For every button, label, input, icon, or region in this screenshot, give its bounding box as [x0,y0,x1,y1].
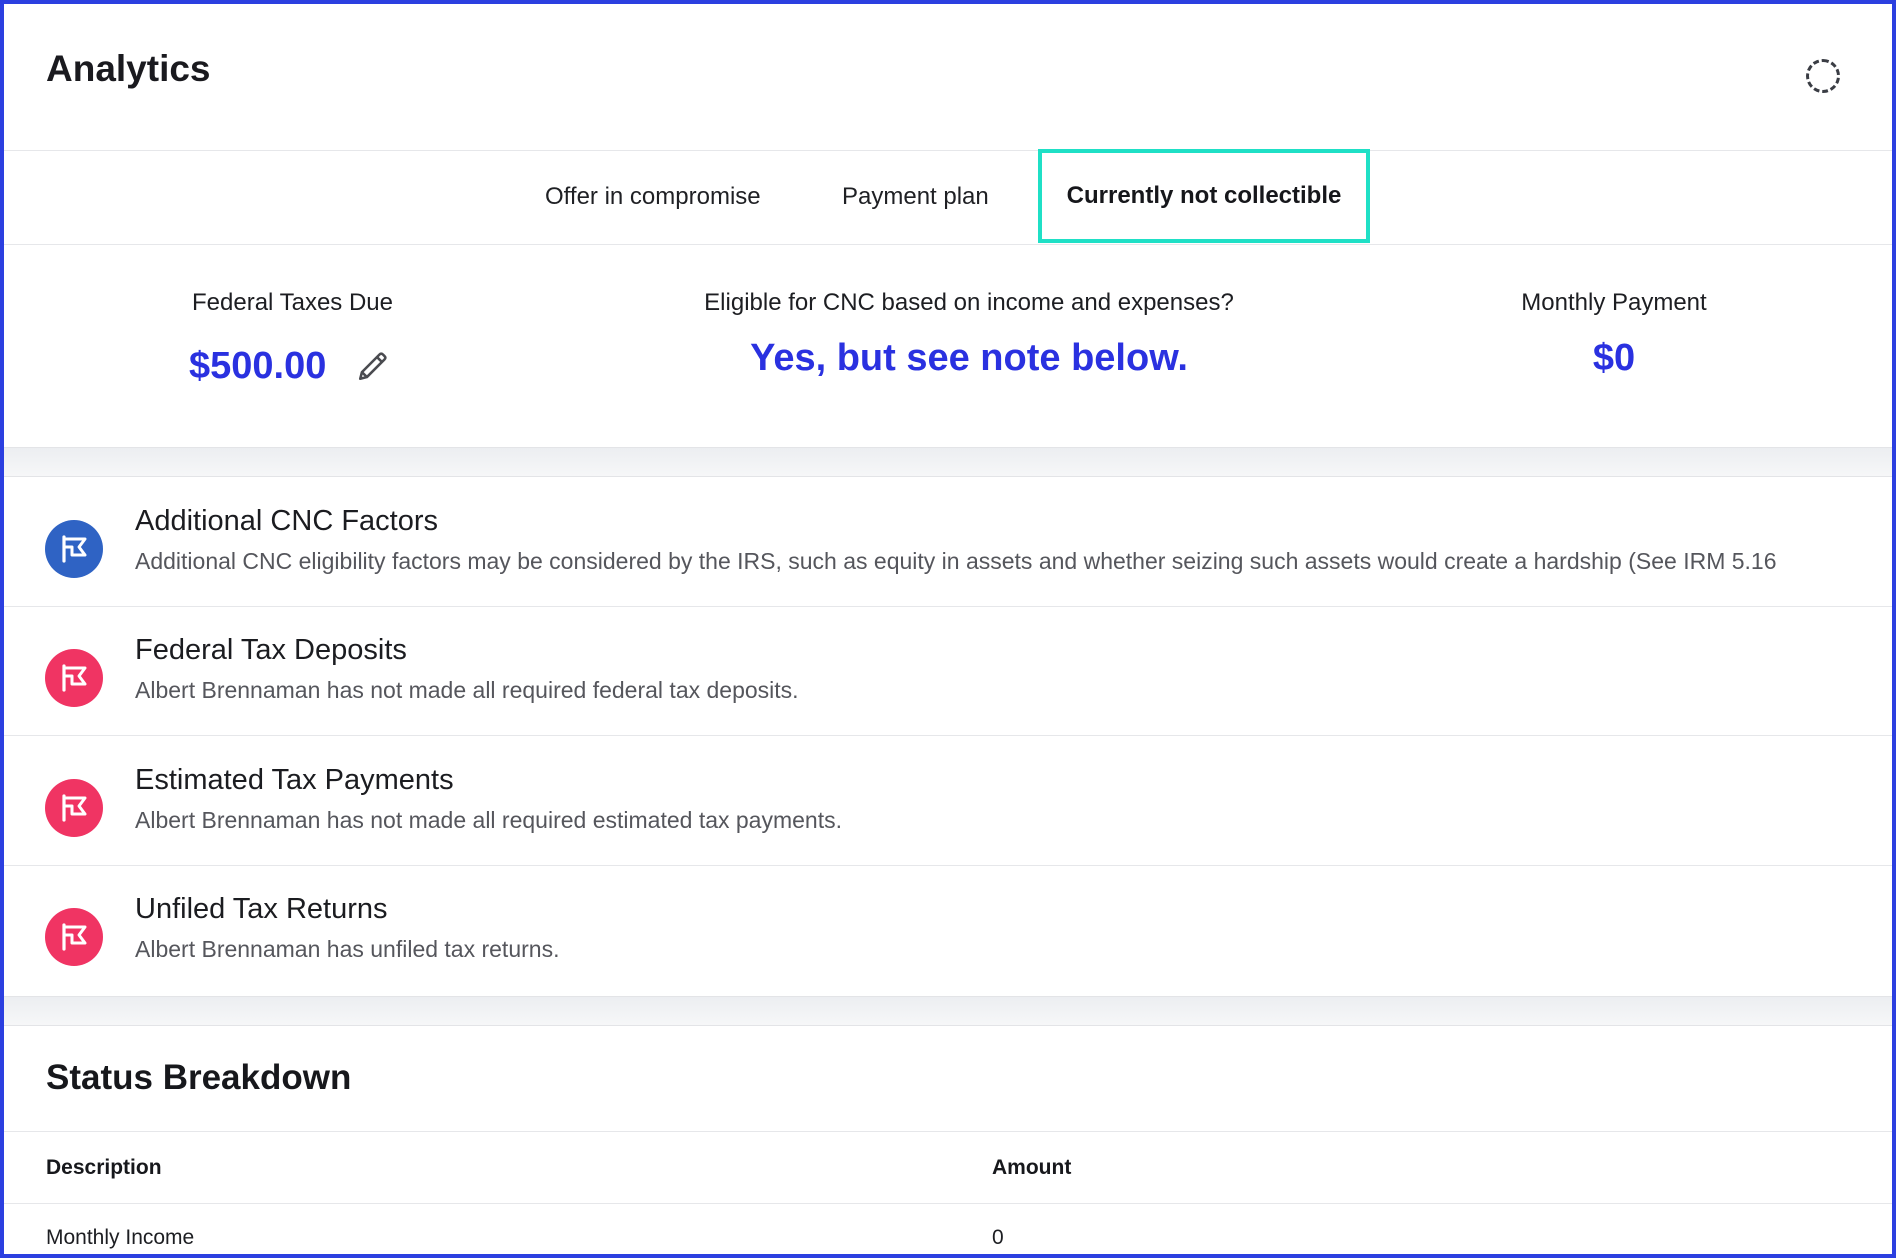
factor-item-unfiled-tax-returns: Unfiled Tax Returns Albert Brennaman has… [4,866,1892,995]
factor-description: Albert Brennaman has unfiled tax returns… [135,936,560,962]
factor-description: Albert Brennaman has not made all requir… [135,807,842,833]
flag-icon [45,908,103,966]
flag-icon [45,649,103,707]
eligibility-label: Eligible for CNC based on income and exp… [704,289,1234,316]
section-divider [4,996,1892,1026]
divider [4,1131,1892,1132]
tab-currently-not-collectible[interactable]: Currently not collectible [1038,149,1370,243]
table-cell-description: Monthly Income [46,1226,195,1249]
page-title: Analytics [46,48,211,89]
factor-item-additional-cnc: Additional CNC Factors Additional CNC el… [4,478,1892,607]
monthly-payment-label: Monthly Payment [1521,289,1707,316]
spinner-icon [1806,59,1840,93]
summary-panel: Federal Taxes Due $500.00 Eligible for C… [4,245,1892,447]
pencil-icon[interactable] [356,349,390,383]
app-frame: Analytics Offer in compromise Payment pl… [0,0,1896,1258]
factor-description: Albert Brennaman has not made all requir… [135,677,799,703]
tab-bar: Offer in compromise Payment plan Current… [4,149,1892,245]
factor-title: Additional CNC Factors [135,505,438,537]
factor-title: Federal Tax Deposits [135,634,407,666]
factor-title: Estimated Tax Payments [135,764,454,796]
flag-icon [45,520,103,578]
column-header-description: Description [46,1156,162,1179]
table-cell-amount: 0 [992,1226,1004,1249]
factor-description: Additional CNC eligibility factors may b… [135,548,1777,574]
factor-item-estimated-tax-payments: Estimated Tax Payments Albert Brennaman … [4,737,1892,866]
tab-offer-in-compromise[interactable]: Offer in compromise [545,150,761,244]
flag-icon [45,779,103,837]
monthly-payment-value: $0 [1592,337,1636,379]
federal-taxes-due-value: $500.00 [189,345,327,387]
factor-title: Unfiled Tax Returns [135,893,388,925]
column-header-amount: Amount [992,1156,1072,1179]
status-breakdown: Status Breakdown Description Amount Mont… [4,1026,1892,1254]
tab-payment-plan[interactable]: Payment plan [842,150,989,244]
eligibility-value: Yes, but see note below. [750,337,1188,379]
page-header: Analytics [4,4,1892,151]
factor-item-federal-tax-deposits: Federal Tax Deposits Albert Brennaman ha… [4,607,1892,736]
federal-taxes-due-label: Federal Taxes Due [192,289,393,316]
divider [4,1203,1892,1204]
section-divider [4,447,1892,477]
section-title: Status Breakdown [46,1058,352,1097]
